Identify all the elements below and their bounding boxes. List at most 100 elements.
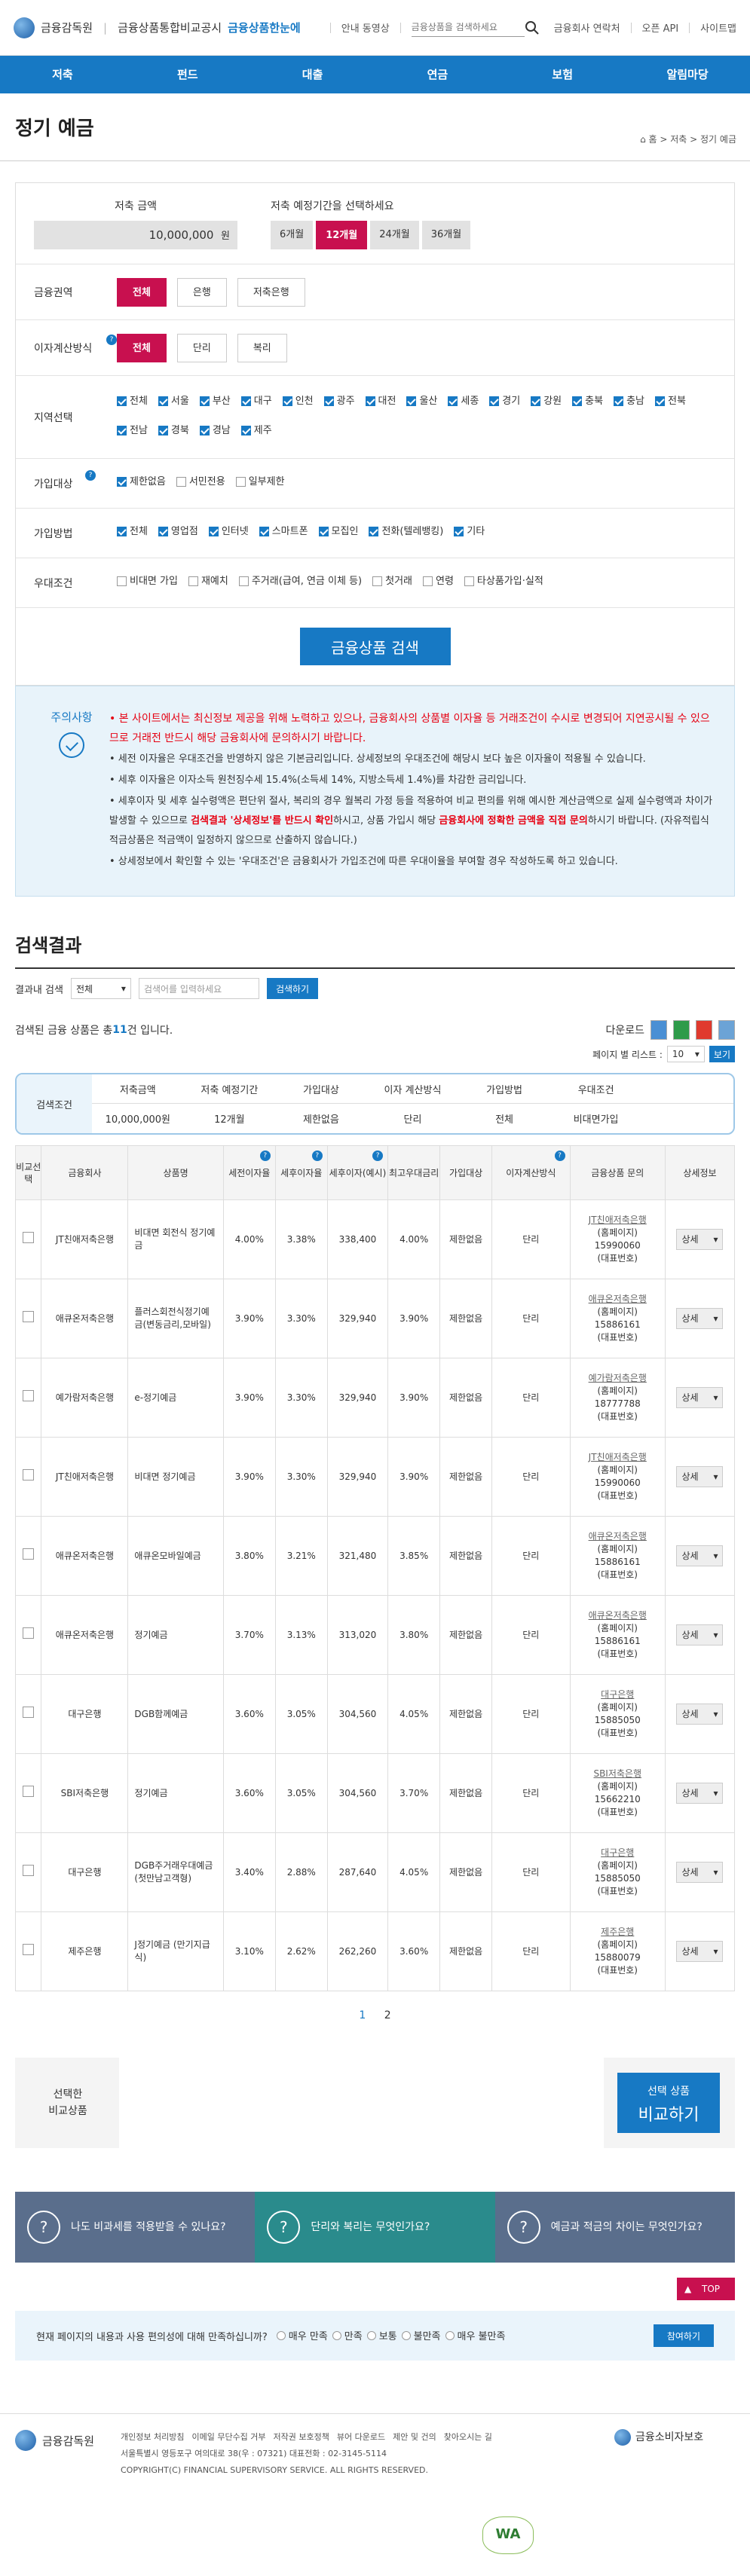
interest-all[interactable]: 전체 — [117, 333, 167, 362]
survey-radio[interactable]: 보통 — [366, 2328, 397, 2342]
method-checkbox[interactable]: 영업점 — [158, 527, 198, 536]
compare-checkbox[interactable] — [23, 1786, 35, 1797]
pref-checkbox[interactable]: 타상품가입·실적 — [464, 576, 543, 586]
footer-link[interactable]: 이메일 무단수집 거부 — [191, 2432, 265, 2442]
nav-funds[interactable]: 펀드 — [125, 56, 250, 93]
home-icon[interactable]: ⌂ — [640, 134, 648, 145]
region-checkbox[interactable]: 대전 — [365, 396, 396, 406]
faq-item[interactable]: ? 예금과 적금의 차이는 무엇인가요? — [494, 2192, 735, 2263]
period-24m[interactable]: 24개월 — [370, 220, 419, 249]
detail-select[interactable]: 상세 ▾ — [676, 1783, 724, 1804]
nav-notice[interactable]: 알림마당 — [625, 56, 750, 93]
checkbox-icon[interactable] — [318, 527, 329, 536]
compare-checkbox[interactable] — [23, 1627, 35, 1639]
compare-checkbox[interactable] — [23, 1865, 35, 1876]
survey-submit-button[interactable]: 참여하기 — [653, 2324, 714, 2347]
compare-checkbox[interactable] — [23, 1469, 35, 1481]
region-checkbox[interactable]: 전체 — [117, 396, 148, 406]
nav-loans[interactable]: 대출 — [250, 56, 375, 93]
nav-insurance[interactable]: 보험 — [500, 56, 625, 93]
checkbox-icon[interactable] — [489, 396, 500, 406]
target-checkbox[interactable]: 일부제한 — [235, 477, 285, 487]
bank-homepage-link[interactable]: 예가람저축은행 — [589, 1373, 647, 1383]
help-icon[interactable]: ? — [259, 1150, 271, 1161]
sitemap-link[interactable]: 사이트맵 — [700, 20, 736, 35]
bank-homepage-link[interactable]: 제주은행 — [601, 1927, 634, 1937]
help-icon[interactable]: ? — [372, 1150, 384, 1161]
region-checkbox[interactable]: 대구 — [240, 396, 272, 406]
sector-all[interactable]: 전체 — [117, 277, 167, 307]
region-checkbox[interactable]: 전남 — [117, 425, 148, 435]
bank-homepage-link[interactable]: 애큐온저축은행 — [589, 1610, 647, 1621]
checkbox-icon[interactable] — [282, 396, 292, 406]
bank-homepage-link[interactable]: 대구은행 — [601, 1847, 634, 1858]
checkbox-icon[interactable] — [259, 527, 269, 536]
checkbox-icon[interactable] — [572, 396, 583, 406]
guide-video-link[interactable]: 안내 동영상 — [341, 20, 390, 35]
checkbox-icon[interactable] — [372, 576, 383, 586]
pref-checkbox[interactable]: 주거래(급여, 연금 이체 등) — [238, 576, 362, 586]
bank-homepage-link[interactable]: 애큐온저축은행 — [589, 1531, 647, 1542]
pdf-icon[interactable] — [696, 1020, 712, 1040]
checkbox-icon[interactable] — [448, 396, 458, 406]
checkbox-icon[interactable] — [235, 477, 246, 487]
checkbox-icon[interactable] — [176, 477, 186, 487]
checkbox-icon[interactable] — [117, 396, 127, 406]
detail-select[interactable]: 상세 ▾ — [676, 1466, 724, 1487]
help-icon[interactable]: ? — [85, 469, 96, 481]
period-36m[interactable]: 36개월 — [421, 220, 471, 249]
per-page-button[interactable]: 보기 — [709, 1046, 735, 1062]
faq-item[interactable]: ? 나도 비과세를 적용받을 수 있나요? — [15, 2192, 256, 2263]
bank-homepage-link[interactable]: SBI저축은행 — [593, 1768, 641, 1779]
checkbox-icon[interactable] — [464, 576, 474, 586]
region-checkbox[interactable]: 인천 — [282, 396, 314, 406]
region-checkbox[interactable]: 부산 — [199, 396, 231, 406]
footer-link[interactable]: 개인정보 처리방침 — [121, 2432, 184, 2442]
method-checkbox[interactable]: 전화(텔레뱅킹) — [369, 527, 443, 536]
compare-checkbox[interactable] — [23, 1707, 35, 1718]
region-checkbox[interactable]: 충북 — [572, 396, 603, 406]
region-checkbox[interactable]: 세종 — [448, 396, 479, 406]
region-checkbox[interactable]: 경남 — [199, 425, 231, 435]
help-icon[interactable]: ? — [106, 334, 117, 345]
checkbox-icon[interactable] — [117, 425, 127, 435]
bank-homepage-link[interactable]: JT친애저축은행 — [589, 1452, 647, 1462]
product-search-button[interactable]: 금융상품 검색 — [299, 628, 451, 665]
region-checkbox[interactable]: 경기 — [489, 396, 520, 406]
method-checkbox[interactable]: 스마트폰 — [259, 527, 308, 536]
nav-pension[interactable]: 연금 — [375, 56, 500, 93]
checkbox-icon[interactable] — [117, 576, 127, 586]
sector-savings-bank[interactable]: 저축은행 — [237, 277, 305, 307]
period-6m[interactable]: 6개월 — [271, 220, 314, 249]
compare-checkbox[interactable] — [23, 1311, 35, 1322]
compare-checkbox[interactable] — [23, 1232, 35, 1243]
pref-checkbox[interactable]: 비대면 가입 — [117, 576, 178, 586]
checkbox-icon[interactable] — [188, 576, 198, 586]
pref-checkbox[interactable]: 재예치 — [188, 576, 228, 586]
region-checkbox[interactable]: 경북 — [158, 425, 189, 435]
pref-checkbox[interactable]: 첫거래 — [372, 576, 412, 586]
filter-search-button[interactable]: 검색하기 — [266, 978, 319, 999]
checkbox-icon[interactable] — [117, 527, 127, 536]
bank-homepage-link[interactable]: 애큐온저축은행 — [589, 1294, 647, 1304]
region-checkbox[interactable]: 강원 — [531, 396, 562, 406]
bank-homepage-link[interactable]: JT친애저축은행 — [589, 1215, 647, 1225]
method-checkbox[interactable]: 전체 — [117, 527, 148, 536]
method-checkbox[interactable]: 모집인 — [318, 527, 358, 536]
checkbox-icon[interactable] — [199, 396, 210, 406]
checkbox-icon[interactable] — [240, 425, 251, 435]
amount-input[interactable]: 10,000,000 원 — [34, 220, 237, 249]
help-icon[interactable]: ? — [311, 1150, 323, 1161]
detail-select[interactable]: 상세 ▾ — [676, 1308, 724, 1329]
compare-button[interactable]: 선택 상품 비교하기 — [617, 2073, 720, 2133]
period-12m[interactable]: 12개월 — [316, 220, 368, 249]
sector-bank[interactable]: 은행 — [176, 277, 227, 307]
contact-link[interactable]: 금융회사 연락처 — [554, 20, 620, 35]
region-checkbox[interactable]: 서울 — [158, 396, 189, 406]
pref-checkbox[interactable]: 연령 — [423, 576, 454, 586]
compare-checkbox[interactable] — [23, 1390, 35, 1401]
checkbox-icon[interactable] — [208, 527, 219, 536]
checkbox-icon[interactable] — [406, 396, 417, 406]
nav-savings[interactable]: 저축 — [0, 56, 125, 93]
checkbox-icon[interactable] — [654, 396, 665, 406]
